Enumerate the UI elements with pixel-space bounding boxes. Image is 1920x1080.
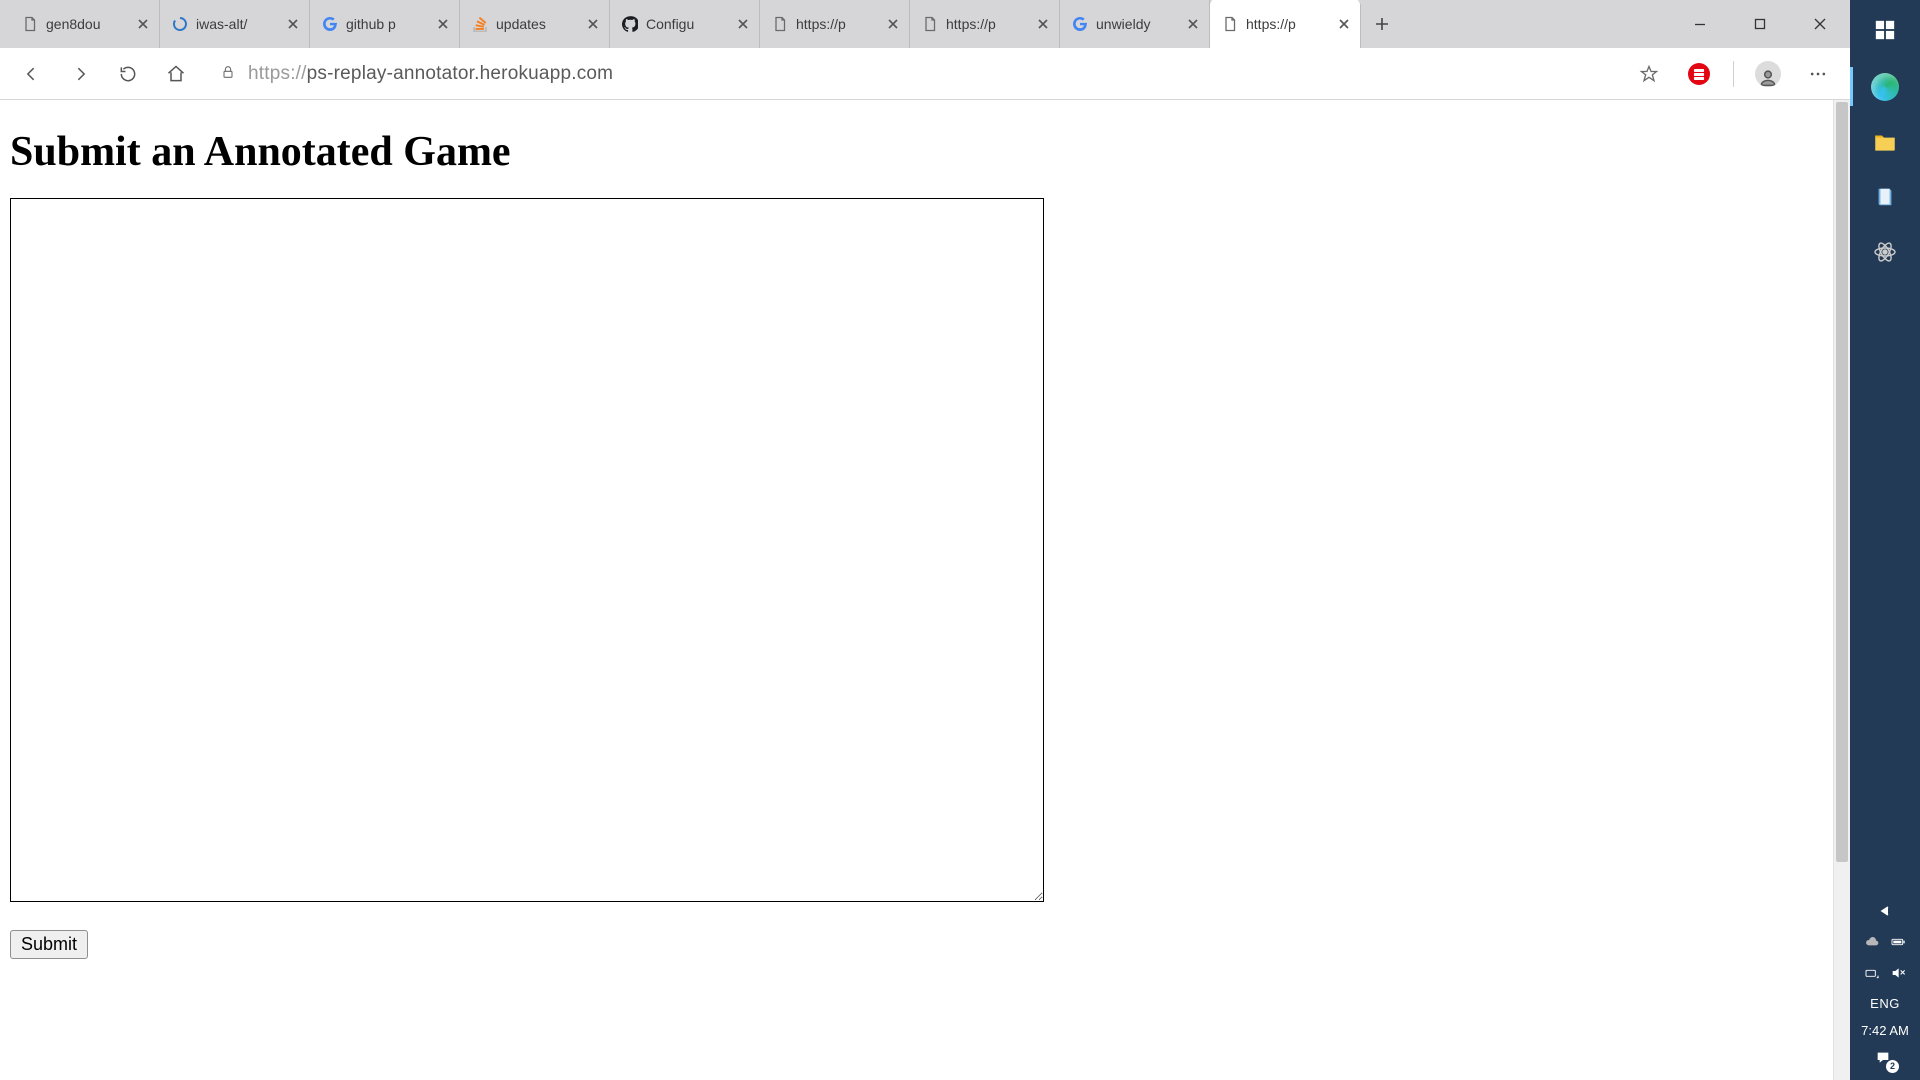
browser-tab[interactable]: updates <box>460 0 610 48</box>
profile-button[interactable] <box>1746 52 1790 96</box>
submit-button[interactable]: Submit <box>10 930 88 959</box>
submit-row: Submit <box>10 930 1840 959</box>
browser-tab[interactable]: github p <box>310 0 460 48</box>
taskbar-notes-button[interactable] <box>1850 169 1920 224</box>
tab-close-button[interactable] <box>885 16 901 32</box>
browser-tab[interactable]: https://p <box>1210 0 1360 48</box>
tray-language[interactable]: ENG <box>1870 996 1900 1011</box>
page-viewport[interactable]: Submit an Annotated Game Submit <box>0 100 1850 1080</box>
tab-title: Configu <box>646 16 727 32</box>
taskbar-edge-button[interactable] <box>1850 59 1920 114</box>
toolbar-right <box>1627 52 1840 96</box>
favorite-button[interactable] <box>1627 52 1671 96</box>
taskbar-app-button[interactable] <box>1850 224 1920 279</box>
url-text: https://ps-replay-annotator.herokuapp.co… <box>248 63 613 85</box>
browser-tab[interactable]: iwas-alt/ <box>160 0 310 48</box>
refresh-button[interactable] <box>106 52 150 96</box>
tab-title: updates <box>496 16 577 32</box>
settings-more-button[interactable] <box>1796 52 1840 96</box>
browser-tab[interactable]: Configu <box>610 0 760 48</box>
taskbar-file-explorer-button[interactable] <box>1850 114 1920 169</box>
network-icon[interactable] <box>1864 965 1880 984</box>
tab-title: gen8dou <box>46 16 127 32</box>
tab-title: https://p <box>1246 16 1328 32</box>
window-controls <box>1670 0 1850 48</box>
tray-clock[interactable]: 7:42 AM <box>1861 1023 1909 1038</box>
tab-title: https://p <box>946 16 1027 32</box>
tab-close-button[interactable] <box>435 16 451 32</box>
tab-close-button[interactable] <box>585 16 601 32</box>
browser-window: gen8dou iwas-alt/github p updates Configu ht… <box>0 0 1850 1080</box>
page-body: Submit an Annotated Game Submit <box>0 100 1850 969</box>
browser-toolbar: https://ps-replay-annotator.herokuapp.co… <box>0 48 1850 100</box>
battery-icon[interactable] <box>1890 934 1906 953</box>
tray-overflow-button[interactable] <box>1877 903 1893 922</box>
tab-favicon-icon <box>1222 16 1238 32</box>
tab-favicon-icon <box>622 16 638 32</box>
forward-button[interactable] <box>58 52 102 96</box>
tab-title: github p <box>346 16 427 32</box>
new-tab-button[interactable] <box>1360 0 1404 48</box>
window-minimize-button[interactable] <box>1670 0 1730 48</box>
browser-tab[interactable]: https://p <box>910 0 1060 48</box>
tab-favicon-icon <box>1072 16 1088 32</box>
address-bar[interactable]: https://ps-replay-annotator.herokuapp.co… <box>210 54 1615 94</box>
tab-close-button[interactable] <box>1336 16 1352 32</box>
notification-badge: 2 <box>1886 1060 1899 1073</box>
tab-close-button[interactable] <box>135 16 151 32</box>
edge-icon <box>1871 73 1899 101</box>
url-path: ps-replay-annotator.herokuapp.com <box>307 63 614 84</box>
browser-tab[interactable]: gen8dou <box>10 0 160 48</box>
window-close-button[interactable] <box>1790 0 1850 48</box>
back-button[interactable] <box>10 52 54 96</box>
tab-favicon-icon <box>772 16 788 32</box>
start-button[interactable] <box>1850 0 1920 59</box>
tab-favicon-icon <box>922 16 938 32</box>
volume-muted-icon[interactable] <box>1890 965 1906 984</box>
onedrive-icon[interactable] <box>1864 934 1880 953</box>
browser-tab[interactable]: unwieldy <box>1060 0 1210 48</box>
browser-tab[interactable]: https://p <box>760 0 910 48</box>
tab-favicon-icon <box>172 16 188 32</box>
tab-favicon-icon <box>322 16 338 32</box>
tab-close-button[interactable] <box>285 16 301 32</box>
windows-taskbar: ENG 7:42 AM 2 <box>1850 0 1920 1080</box>
action-center-button[interactable]: 2 <box>1875 1050 1895 1070</box>
profile-avatar-icon <box>1755 61 1781 87</box>
lock-icon <box>220 64 236 83</box>
tab-close-button[interactable] <box>1185 16 1201 32</box>
tab-close-button[interactable] <box>1035 16 1051 32</box>
tab-title: https://p <box>796 16 877 32</box>
toolbar-divider <box>1733 61 1734 87</box>
window-maximize-button[interactable] <box>1730 0 1790 48</box>
tab-title: iwas-alt/ <box>196 16 277 32</box>
tab-strip: gen8dou iwas-alt/github p updates Configu ht… <box>0 0 1850 48</box>
ublock-icon <box>1688 63 1710 85</box>
system-tray: ENG 7:42 AM 2 <box>1850 903 1920 1080</box>
tab-favicon-icon <box>22 16 38 32</box>
tab-favicon-icon <box>472 16 488 32</box>
ublock-extension-button[interactable] <box>1677 52 1721 96</box>
tab-title: unwieldy <box>1096 16 1177 32</box>
vertical-scrollbar[interactable] <box>1833 100 1850 1080</box>
page-heading: Submit an Annotated Game <box>10 128 1840 176</box>
annotation-textarea[interactable] <box>10 198 1044 902</box>
tab-close-button[interactable] <box>735 16 751 32</box>
scrollbar-thumb[interactable] <box>1836 102 1848 862</box>
url-scheme: https:// <box>248 63 307 84</box>
home-button[interactable] <box>154 52 198 96</box>
